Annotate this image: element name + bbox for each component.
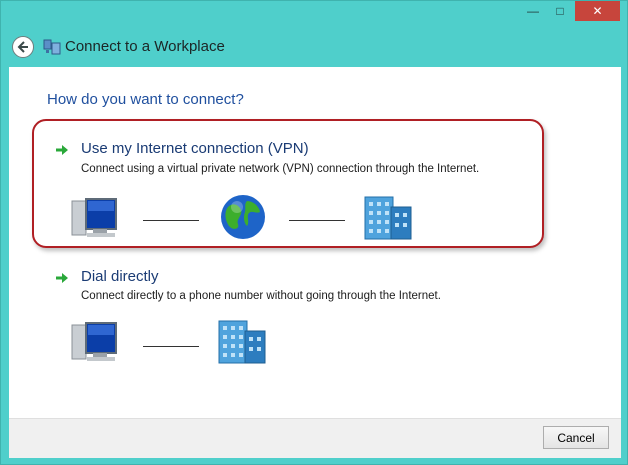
cancel-button[interactable]: Cancel bbox=[543, 426, 609, 449]
connection-line bbox=[143, 220, 199, 221]
close-button[interactable]: ✕ bbox=[575, 1, 620, 21]
dialog-footer: Cancel bbox=[9, 418, 621, 458]
computer-icon bbox=[71, 198, 117, 237]
dialog-window: — □ ✕ Connect to a Workplace How do you … bbox=[0, 0, 628, 465]
minimize-button[interactable]: — bbox=[520, 1, 546, 21]
option-vpn-title: Use my Internet connection (VPN) bbox=[81, 140, 309, 157]
page-heading: How do you want to connect? bbox=[47, 91, 244, 108]
option-dial-title: Dial directly bbox=[81, 268, 159, 285]
back-button[interactable] bbox=[12, 36, 34, 58]
green-arrow-icon bbox=[56, 273, 68, 283]
back-arrow-icon bbox=[17, 41, 28, 53]
maximize-button[interactable]: □ bbox=[547, 1, 573, 21]
computer-icon bbox=[71, 322, 117, 361]
building-icon bbox=[364, 196, 412, 240]
building-icon bbox=[218, 320, 266, 364]
dialog-title: Connect to a Workplace bbox=[65, 38, 225, 55]
content-area: How do you want to connect? Use my Inter… bbox=[9, 67, 621, 418]
globe-icon bbox=[221, 195, 265, 239]
green-arrow-icon bbox=[56, 145, 68, 155]
workplace-network-icon bbox=[43, 39, 61, 55]
dialog-header: Connect to a Workplace bbox=[9, 31, 621, 65]
option-vpn-description: Connect using a virtual private network … bbox=[81, 163, 480, 175]
option-dial-description: Connect directly to a phone number witho… bbox=[81, 290, 441, 302]
connection-line bbox=[289, 220, 345, 221]
connection-line bbox=[143, 346, 199, 347]
